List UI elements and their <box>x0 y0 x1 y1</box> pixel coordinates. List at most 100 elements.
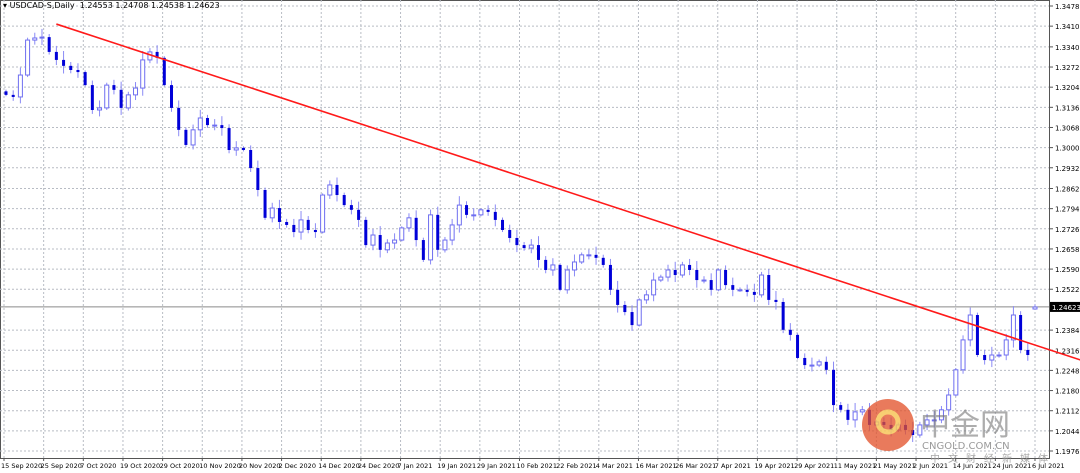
candle-bull <box>737 289 743 292</box>
candle-bull <box>759 274 765 296</box>
candle-bear <box>558 264 562 290</box>
candle-bear <box>249 149 253 169</box>
y-tick-label: 1.32040 <box>1055 84 1080 92</box>
candle-bull <box>456 204 462 226</box>
candle-bull <box>298 219 304 233</box>
y-tick-label: 1.29320 <box>1055 165 1080 173</box>
candle-bear <box>724 269 728 286</box>
x-tick-label: 4 Mar 2021 <box>596 462 633 470</box>
x-tick-label: 20 Nov 2020 <box>239 462 281 470</box>
candle-bear <box>378 235 382 250</box>
x-tick-label: 29 Oct 2020 <box>160 462 200 470</box>
x-tick-label: 19 Jan 2021 <box>437 462 476 470</box>
candle-bear <box>306 219 310 230</box>
candle-bear <box>774 299 778 302</box>
candle-bull <box>478 209 484 216</box>
y-tick-label: 1.33400 <box>1055 44 1080 52</box>
y-tick-label: 1.31360 <box>1055 104 1080 112</box>
header-timeframe: Daily <box>54 1 75 10</box>
candle-bear <box>69 65 73 70</box>
candle-bear <box>522 245 526 249</box>
x-tick-label: 14 Dec 2020 <box>318 462 360 470</box>
x-tick-label: 15 Sep 2020 <box>1 462 42 470</box>
candle-bear <box>62 59 66 66</box>
candle-bear <box>767 275 771 300</box>
candle-bear <box>846 409 850 420</box>
candle-bull <box>428 214 434 261</box>
candle-bear <box>630 312 634 326</box>
candle-bull <box>643 294 649 301</box>
resistance-trendline <box>56 23 1080 361</box>
candle-bull <box>190 129 196 146</box>
candle-bull <box>327 184 333 196</box>
candle-bull <box>658 276 664 281</box>
y-tick-label: 1.26580 <box>1055 246 1080 254</box>
candle-bull <box>579 254 585 263</box>
candle-bear <box>170 85 174 108</box>
candle-bear <box>414 217 418 241</box>
candle-bear <box>421 240 425 260</box>
x-tick-label: 10 Nov 2020 <box>199 462 241 470</box>
candle-bear <box>47 37 51 52</box>
candle-bear <box>839 405 843 410</box>
candle-bull <box>586 254 592 257</box>
candle-bull <box>564 269 570 291</box>
candle-bear <box>342 195 346 206</box>
candle-bear <box>436 214 440 250</box>
candle-bear <box>83 72 87 86</box>
candle-bear <box>515 237 519 246</box>
cngold-watermark-logo: 中金网 CNGOLD.COM.CN 中文财经新媒体 <box>860 395 1060 465</box>
candle-bear <box>112 85 116 90</box>
candle-bull <box>960 339 966 371</box>
candle-bear <box>616 289 620 305</box>
candle-bull <box>571 261 577 271</box>
candle-bear <box>709 280 713 290</box>
watermark-tagline: 中文财经新媒体 <box>930 452 1056 465</box>
candle-bull <box>816 361 822 366</box>
plot-frame <box>0 0 1050 459</box>
candle-bear <box>832 369 836 406</box>
x-tick-label: 29 Apr 2021 <box>794 462 834 470</box>
candle-bull <box>125 94 131 109</box>
watermark-logo-text: 中金网 <box>920 408 1010 443</box>
candle-bear <box>673 269 677 276</box>
candle-bull <box>269 207 275 219</box>
candle-bull <box>104 84 110 109</box>
candle-bull <box>97 107 103 111</box>
chart-window: 1.34780 1.34100 1.33400 1.32720 1.32040 1.313… <box>0 0 1080 473</box>
y-tick-label: 1.27940 <box>1055 206 1080 214</box>
candle-bear <box>227 128 231 150</box>
candle-bear <box>803 357 807 366</box>
y-tick-label: 1.23160 <box>1055 347 1080 355</box>
candle-bull <box>636 299 642 326</box>
candle-bull <box>392 239 398 244</box>
candle-bull <box>953 369 959 396</box>
x-tick-label: 19 Apr 2021 <box>754 462 794 470</box>
candle-bear <box>601 257 605 265</box>
candle-bull <box>1032 306 1038 310</box>
x-tick-label: 24 Dec 2020 <box>358 462 400 470</box>
candle-bear <box>241 147 245 150</box>
y-tick-label: 1.25900 <box>1055 266 1080 274</box>
candle-bear <box>263 189 267 218</box>
x-tick-label: 7 Oct 2020 <box>80 462 116 470</box>
y-tick-label: 1.27260 <box>1055 226 1080 234</box>
candle-bear <box>745 289 749 292</box>
chart-header: ▾ USDCAD-S,Daily 1.24553 1.24708 1.24538… <box>3 1 220 10</box>
candle-bull <box>967 314 973 341</box>
y-tick-label: 1.28620 <box>1055 186 1080 194</box>
x-tick-label: 16 Mar 2021 <box>635 462 676 470</box>
candle-bull <box>852 411 858 421</box>
x-tick-label: 7 Apr 2021 <box>715 462 751 470</box>
candle-bear <box>335 184 339 196</box>
x-tick-label: 25 Sep 2020 <box>41 462 82 470</box>
candle-bull <box>370 234 376 246</box>
candle-bear <box>177 107 181 130</box>
candle-bull <box>39 36 45 39</box>
x-tick-label: 22 Feb 2021 <box>556 462 596 470</box>
candle-bear <box>493 211 497 220</box>
candle-bear <box>349 205 353 210</box>
candle-bear <box>11 94 15 97</box>
candle-bear <box>975 315 979 356</box>
y-tick-label: 1.30000 <box>1055 145 1080 153</box>
